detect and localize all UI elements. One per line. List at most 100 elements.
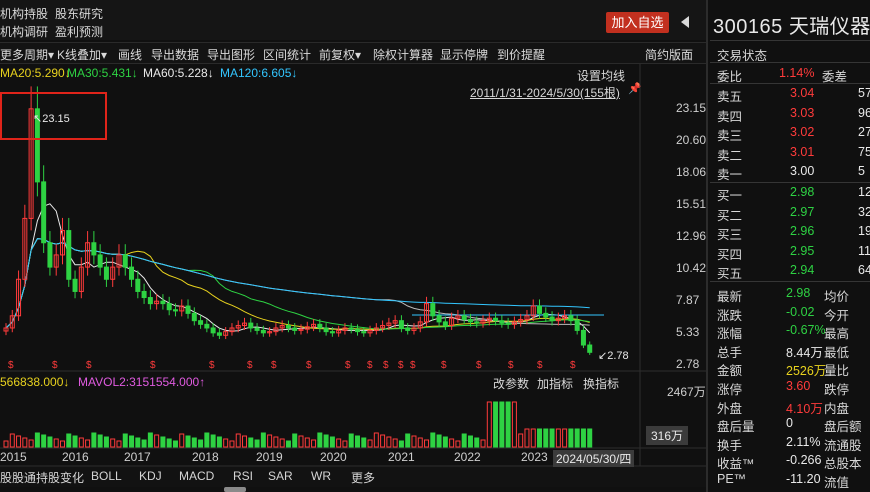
divider (710, 62, 870, 63)
tab-rsi[interactable]: RSI (233, 469, 253, 483)
stock-header: 300165 天瑞仪器 (713, 16, 870, 38)
change-params-button[interactable]: 改参数 (493, 375, 529, 392)
volume-bar (147, 432, 153, 448)
highlight-box (0, 92, 107, 140)
volume-bar (59, 440, 65, 448)
dividend-marker[interactable]: $ (271, 360, 277, 371)
buys-row-price: 2.95 (790, 243, 815, 258)
scroll-handle[interactable] (224, 487, 246, 492)
volume-bar (204, 432, 210, 448)
quote-value: -0.02 (786, 304, 815, 319)
volume-bar (198, 439, 204, 448)
volume-bar (223, 438, 229, 448)
dividend-marker[interactable]: $ (345, 360, 351, 371)
volume-bar (405, 433, 411, 448)
divider (710, 40, 870, 41)
quote-value: 0 (786, 416, 793, 431)
dividend-marker[interactable]: $ (508, 360, 514, 371)
volume-bar (103, 436, 109, 448)
candle (461, 315, 467, 320)
candle (574, 320, 580, 331)
quote-label-right: 最高 (824, 327, 850, 342)
volume-bar (260, 432, 266, 448)
price-axis-label: 20.60 (676, 133, 707, 147)
candle (122, 254, 128, 268)
quote-label: 最新 (717, 290, 743, 304)
dividend-marker[interactable]: $ (410, 360, 416, 371)
tab-sar[interactable]: SAR (268, 469, 293, 483)
tab-hk-connect[interactable]: 股股通持股变化 (0, 469, 84, 486)
volume-bar (424, 439, 430, 448)
dividend-marker[interactable]: $ (441, 360, 447, 371)
dividend-marker[interactable]: $ (306, 360, 312, 371)
candle (361, 331, 367, 334)
candle (91, 242, 97, 256)
sells-row-price: 3.03 (790, 105, 815, 120)
switch-indicator-button[interactable]: 换指标 (583, 375, 619, 392)
volume-bar (160, 436, 166, 448)
volume-bar (47, 436, 53, 448)
candle (97, 254, 103, 268)
divider (710, 182, 870, 183)
volume-bar (499, 401, 505, 448)
buys-row-label: 买三 (717, 228, 743, 243)
volume-bar (361, 437, 367, 448)
tab-more[interactable]: 更多 (351, 469, 375, 486)
candle (587, 344, 593, 353)
dividend-marker[interactable]: $ (52, 360, 58, 371)
sells-row-price: 3.04 (790, 86, 815, 100)
dividend-marker[interactable]: $ (570, 360, 576, 371)
panel-divider (706, 0, 708, 492)
dividend-marker[interactable]: $ (398, 360, 404, 371)
quote-label: 涨幅 (717, 327, 743, 342)
volume-bar (562, 428, 568, 448)
volume-bar (574, 428, 580, 448)
candle (499, 320, 505, 324)
quote-label-right: 流通股 (824, 438, 862, 453)
dividend-marker[interactable]: $ (247, 360, 253, 371)
volume-bar (210, 434, 216, 448)
price-axis-label: 15.51 (676, 197, 707, 211)
volume-bar (216, 436, 222, 448)
candle (323, 327, 329, 333)
dividend-marker[interactable]: $ (8, 360, 14, 371)
dividend-marker[interactable]: $ (367, 360, 373, 371)
candle (292, 327, 298, 331)
price-axis-label: 12.96 (676, 229, 707, 243)
sells-row-price: 3.02 (790, 125, 815, 140)
quote-value: -0.67% (786, 323, 826, 338)
tab-kdj[interactable]: KDJ (139, 469, 162, 483)
add-indicator-button[interactable]: 加指标 (537, 375, 573, 392)
dividend-marker[interactable]: $ (476, 360, 482, 371)
volume-bar (417, 437, 423, 448)
dividend-marker[interactable]: $ (150, 360, 156, 371)
volume-bar (279, 438, 285, 448)
volume-bar (486, 401, 492, 448)
dividend-marker[interactable]: $ (537, 360, 543, 371)
candle (285, 325, 291, 329)
sells-row-price: 3.00 (790, 164, 815, 179)
candle (436, 315, 442, 323)
volume-bar (449, 438, 455, 448)
volume-bar (518, 433, 524, 448)
volume-bar (292, 433, 298, 448)
volume-bar (467, 435, 473, 448)
tab-boll[interactable]: BOLL (91, 469, 122, 483)
year-axis-label: 2015 (0, 450, 27, 464)
tab-wr[interactable]: WR (311, 469, 331, 483)
quote-label-right: 量比 (824, 364, 850, 379)
sells-row-label: 卖五 (717, 90, 743, 104)
volume-bar (436, 434, 442, 448)
legend-mavol2: MAVOL2:3151554.000↑ (78, 375, 206, 389)
volume-bar (311, 439, 317, 448)
kline-chart[interactable]: $ $ $ $ $ $ $ $ $ $ $ $ $ $ $ $ $ $ (0, 0, 706, 492)
weibi-value: 1.14% (779, 66, 815, 80)
dividend-marker[interactable]: $ (86, 360, 92, 371)
tab-macd[interactable]: MACD (179, 469, 214, 483)
cursor-date: 2024/05/30/四 (553, 450, 635, 467)
volume-bar (172, 440, 178, 448)
quote-value: 2.98 (786, 286, 811, 300)
candle (317, 323, 323, 329)
dividend-marker[interactable]: $ (383, 360, 389, 371)
dividend-marker[interactable]: $ (209, 360, 215, 371)
